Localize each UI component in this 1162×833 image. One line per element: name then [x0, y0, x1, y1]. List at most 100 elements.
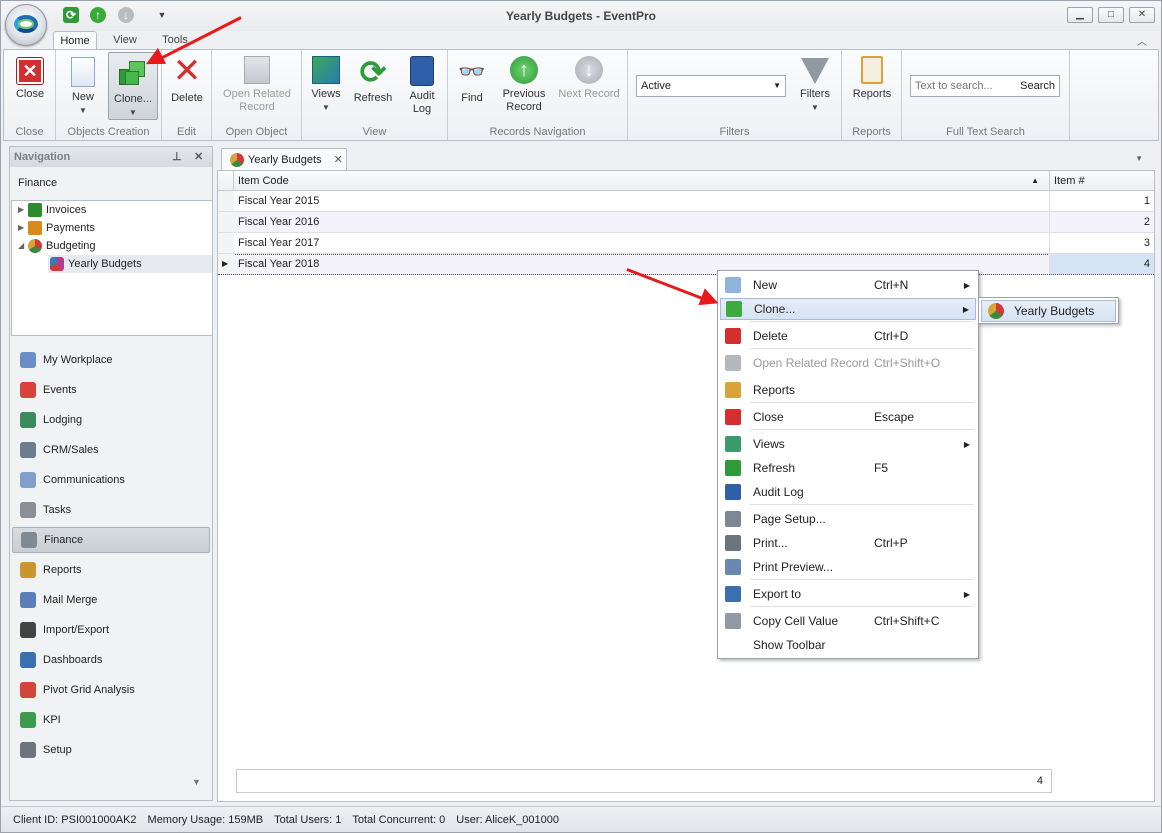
- menu-item-open-related-record[interactable]: Open Related Record Ctrl+Shift+O: [720, 352, 976, 374]
- menu-item-page-setup[interactable]: Page Setup...: [720, 508, 976, 530]
- tree-item-payments[interactable]: ▶ Payments: [18, 219, 95, 237]
- menu-item-reports[interactable]: Reports: [720, 379, 976, 401]
- data-grid: Item Code ▲ Item # Fiscal Year 2015 1 Fisc…: [217, 170, 1155, 802]
- maximize-button[interactable]: □: [1098, 7, 1124, 23]
- close-button[interactable]: ✕ Close: [8, 52, 52, 120]
- cell-item-number[interactable]: 4: [1050, 254, 1154, 274]
- nav-item-import-export[interactable]: Import/Export: [12, 617, 210, 643]
- menu-item-audit-log[interactable]: Audit Log: [720, 481, 976, 503]
- table-row[interactable]: Fiscal Year 2017 3: [218, 233, 1154, 254]
- delete-button[interactable]: ✕ Delete: [166, 52, 208, 120]
- status-user: User: AliceK_001000: [456, 813, 559, 826]
- tab-view[interactable]: View: [105, 31, 145, 51]
- table-row[interactable]: ▶ Fiscal Year 2018 4: [218, 254, 1154, 275]
- filters-button[interactable]: Filters ▼: [794, 52, 836, 120]
- menu-item-copy-cell-value[interactable]: Copy Cell Value Ctrl+Shift+C: [720, 610, 976, 632]
- close-tab-icon[interactable]: ✕: [334, 153, 343, 166]
- search-button[interactable]: Search: [1020, 76, 1055, 96]
- menu-item-views[interactable]: Views ▶: [720, 433, 976, 455]
- menu-item-show-toolbar[interactable]: Show Toolbar: [720, 634, 976, 656]
- tree-item-budgeting[interactable]: ◢ Budgeting: [18, 237, 96, 255]
- group-close: ✕ Close Close: [4, 50, 56, 140]
- expand-arrow-icon[interactable]: ▶: [18, 201, 28, 219]
- nav-options-icon[interactable]: ▼: [192, 777, 201, 787]
- collapse-arrow-icon[interactable]: ◢: [18, 237, 28, 255]
- nav-item-setup[interactable]: Setup: [12, 737, 210, 763]
- tree-item-yearly-budgets[interactable]: Yearly Budgets: [48, 255, 212, 273]
- nav-item-my-workplace[interactable]: My Workplace: [12, 347, 210, 373]
- submenu-item-yearly-budgets[interactable]: Yearly Budgets: [981, 300, 1116, 322]
- pivot-grid-analysis-icon: [20, 682, 36, 698]
- clone-submenu: Yearly Budgets: [978, 297, 1119, 324]
- next-record-label: Next Record: [558, 88, 620, 100]
- refresh-button[interactable]: ⟳ Refresh: [350, 52, 396, 120]
- menu-item-delete[interactable]: Delete Ctrl+D: [720, 325, 976, 347]
- menu-icon-placeholder: [725, 637, 741, 653]
- find-button[interactable]: 👓 Find: [452, 52, 492, 120]
- group-label-filters: Filters: [719, 126, 750, 138]
- menu-item-print[interactable]: Print... Ctrl+P: [720, 532, 976, 554]
- open-related-record-button[interactable]: Open Related Record: [218, 52, 296, 120]
- submenu-arrow-icon: ▶: [962, 304, 970, 314]
- pin-icon[interactable]: ⊥: [172, 150, 182, 163]
- nav-item-finance[interactable]: Finance: [12, 527, 210, 553]
- table-row[interactable]: Fiscal Year 2015 1: [218, 191, 1154, 212]
- menu-item-clone[interactable]: Clone... ▶: [720, 298, 976, 320]
- menu-item-export-to[interactable]: Export to ▶: [720, 583, 976, 605]
- close-window-button[interactable]: ✕: [1129, 7, 1155, 23]
- menu-item-close[interactable]: Close Escape: [720, 406, 976, 428]
- group-label-edit: Edit: [177, 126, 196, 138]
- nav-item-lodging[interactable]: Lodging: [12, 407, 210, 433]
- cell-item-code[interactable]: Fiscal Year 2016: [234, 212, 1050, 232]
- cell-item-number[interactable]: 1: [1050, 191, 1154, 211]
- ribbon: ✕ Close Close New ▼ Clone... ▼ Objects Cre…: [3, 49, 1159, 141]
- menu-item-label: Clone...: [754, 302, 796, 316]
- column-header-item-code[interactable]: Item Code ▲: [234, 171, 1050, 191]
- minimize-button[interactable]: ▁: [1067, 7, 1093, 23]
- nav-item-tasks[interactable]: Tasks: [12, 497, 210, 523]
- views-button[interactable]: Views ▼: [306, 52, 346, 120]
- audit-log-button[interactable]: Audit Log: [402, 52, 442, 120]
- collapse-ribbon-icon[interactable]: ︿: [1137, 33, 1147, 48]
- cell-item-number[interactable]: 2: [1050, 212, 1154, 232]
- previous-record-button[interactable]: ↑ Previous Record: [498, 52, 550, 120]
- menu-separator: [750, 348, 974, 349]
- nav-item-reports[interactable]: Reports: [12, 557, 210, 583]
- cell-item-code[interactable]: Fiscal Year 2017: [234, 233, 1050, 253]
- filter-select[interactable]: Active ▼: [636, 75, 786, 97]
- navigation-header: Navigation ⊥ ✕: [10, 147, 212, 167]
- expand-arrow-icon[interactable]: ▶: [18, 219, 28, 237]
- group-filters: Active ▼ Filters ▼ Filters: [628, 50, 842, 140]
- nav-item-crm-sales[interactable]: CRM/Sales: [12, 437, 210, 463]
- table-row[interactable]: Fiscal Year 2016 2: [218, 212, 1154, 233]
- tab-list-dropdown-icon[interactable]: ▼: [1135, 154, 1143, 163]
- app-menu-button[interactable]: [5, 4, 47, 46]
- new-button[interactable]: New ▼: [62, 52, 104, 120]
- views-icon: [725, 436, 741, 452]
- nav-item-mail-merge[interactable]: Mail Merge: [12, 587, 210, 613]
- nav-item-communications[interactable]: Communications: [12, 467, 210, 493]
- nav-item-label: Communications: [43, 474, 125, 486]
- menu-item-new[interactable]: New Ctrl+N ▶: [720, 274, 976, 296]
- menu-separator: [750, 579, 974, 580]
- nav-item-kpi[interactable]: KPI: [12, 707, 210, 733]
- next-record-button[interactable]: ↓ Next Record: [554, 52, 624, 120]
- cell-item-number[interactable]: 3: [1050, 233, 1154, 253]
- tree-item-invoices[interactable]: ▶ Invoices: [18, 201, 86, 219]
- menu-item-print-preview[interactable]: Print Preview...: [720, 556, 976, 578]
- tab-home[interactable]: Home: [53, 31, 97, 51]
- doc-tab-yearly-budgets[interactable]: Yearly Budgets ✕: [221, 148, 347, 170]
- cell-item-code[interactable]: Fiscal Year 2015: [234, 191, 1050, 211]
- search-input[interactable]: [915, 80, 1015, 92]
- page-setup-icon: [725, 511, 741, 527]
- close-pane-icon[interactable]: ✕: [194, 150, 203, 163]
- nav-item-pivot-grid-analysis[interactable]: Pivot Grid Analysis: [12, 677, 210, 703]
- nav-item-events[interactable]: Events: [12, 377, 210, 403]
- menu-item-refresh[interactable]: Refresh F5: [720, 457, 976, 479]
- nav-item-dashboards[interactable]: Dashboards: [12, 647, 210, 673]
- crm-sales-icon: [20, 442, 36, 458]
- column-header-item-number[interactable]: Item #: [1050, 171, 1154, 191]
- reports-button[interactable]: Reports: [848, 52, 896, 120]
- status-client-id: Client ID: PSI001000AK2: [13, 813, 137, 826]
- tasks-icon: [20, 502, 36, 518]
